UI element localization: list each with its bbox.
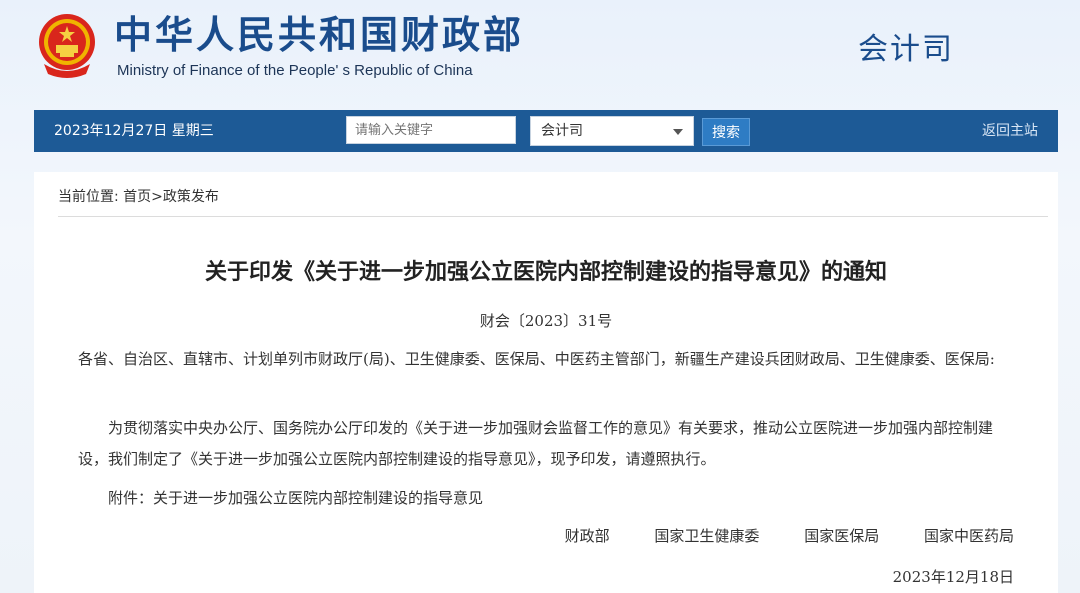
department-name: 会计司 [858,32,954,67]
document-paragraph: 为贯彻落实中央办公厅、国务院办公厅印发的《关于进一步加强财会监督工作的意见》有关… [78,419,994,468]
document-date: 2023年12月18日 [892,568,1014,586]
top-navbar: 2023年12月27日 星期三 会计司 搜索 返回主站 [34,110,1058,152]
document-attachment: 附件：关于进一步加强公立医院内部控制建设的指导意见 [108,489,484,507]
document-signers: 财政部 国家卫生健康委 国家医保局 国家中医药局 [34,525,1014,546]
breadcrumb-home-link[interactable]: 首页 [123,189,151,205]
scope-select[interactable]: 会计司 [530,116,694,146]
signer: 国家医保局 [804,527,880,545]
breadcrumb: 当前位置: 首页>政策发布 [58,186,219,206]
breadcrumb-separator: > [151,189,163,205]
return-home-link[interactable]: 返回主站 [982,110,1038,152]
document-number: 财会〔2023〕31号 [479,312,613,330]
chevron-down-icon [673,129,683,135]
current-date: 2023年12月27日 星期三 [54,123,214,139]
scope-select-value: 会计司 [541,123,583,139]
site-title-english: Ministry of Finance of the People' s Rep… [117,62,473,79]
breadcrumb-label: 当前位置: [58,189,119,205]
signer: 国家中医药局 [923,527,1014,545]
breadcrumb-current-link[interactable]: 政策发布 [163,189,219,205]
national-emblem-icon [39,14,95,78]
main-content: 当前位置: 首页>政策发布 关于印发《关于进一步加强公立医院内部控制建设的指导意… [34,172,1058,593]
search-input[interactable] [346,116,516,144]
signer: 财政部 [564,527,610,545]
divider [58,216,1048,217]
document-salutation: 各省、自治区、直辖市、计划单列市财政厅(局)、卫生健康委、医保局、中医药主管部门… [78,350,995,368]
search-button[interactable]: 搜索 [702,118,750,146]
document-title: 关于印发《关于进一步加强公立医院内部控制建设的指导意见》的通知 [204,260,887,285]
site-header: 中华人民共和国财政部 Ministry of Finance of the Pe… [0,0,1080,110]
site-title-chinese: 中华人民共和国财政部 [114,13,525,57]
signer: 国家卫生健康委 [654,527,760,545]
